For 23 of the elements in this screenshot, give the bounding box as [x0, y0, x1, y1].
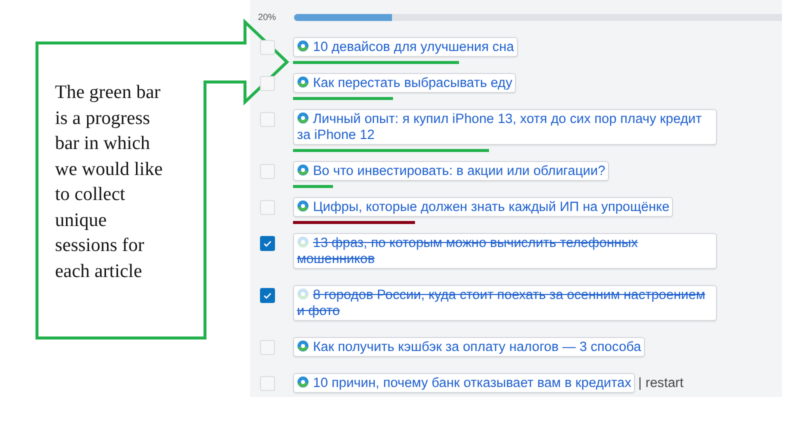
- callout-text: The green bar is a progress bar in which we would like to collect unique sessions for each article: [55, 81, 164, 284]
- swirl-icon: [297, 76, 309, 88]
- swirl-icon: [297, 340, 309, 352]
- article-link[interactable]: Как перестать выбрасывать еду: [293, 73, 516, 93]
- article-link[interactable]: Во что инвестировать: в акции или облигации?: [293, 161, 610, 181]
- swirl-icon: [297, 288, 309, 300]
- swirl-icon: [297, 236, 309, 248]
- swirl-icon: [297, 376, 309, 388]
- article-link[interactable]: 10 девайсов для улучшения сна: [293, 37, 518, 57]
- article-link[interactable]: Личный опыт: я купил iPhone 13, хотя до сих пор плачу кредит за iPhone 12: [293, 109, 717, 145]
- swirl-icon: [297, 40, 309, 52]
- checkbox[interactable]: [260, 236, 275, 251]
- article-link[interactable]: 8 городов России, куда стоит поехать за осенним настроением и фото: [293, 285, 717, 321]
- progress-percent: 20%: [257, 12, 278, 22]
- restart-link[interactable]: | restart: [638, 375, 684, 393]
- article-link[interactable]: 10 причин, почему банк отказывает вам в кредитах: [293, 373, 636, 393]
- swirl-icon: [297, 112, 309, 124]
- swirl-icon: [297, 200, 309, 212]
- article-link[interactable]: Как получить кэшбэк за оплату налогов — 3 способа: [293, 337, 646, 357]
- checkbox[interactable]: [260, 288, 275, 303]
- article-link[interactable]: 13 фраз, по которым можно вычислить телефонных мошенников: [293, 233, 717, 269]
- article-link[interactable]: Цифры, которые должен знать каждый ИП на упрощёнке: [293, 197, 674, 217]
- swirl-icon: [297, 164, 309, 176]
